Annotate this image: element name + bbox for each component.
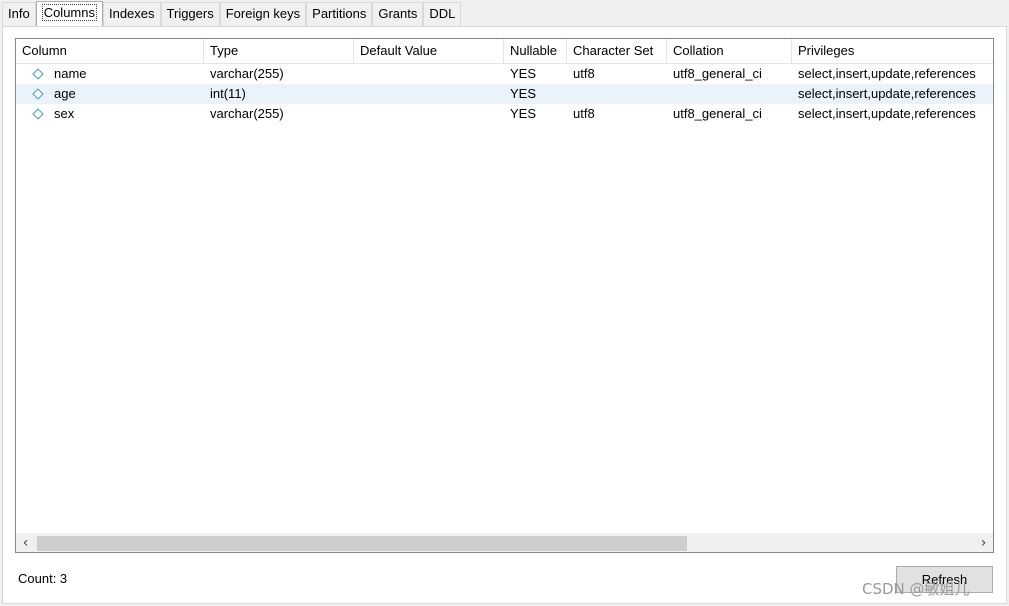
cell-collation: utf8_general_ci xyxy=(673,106,762,121)
table-row[interactable]: name varchar(255) YES utf8 utf8_general_… xyxy=(16,64,993,84)
cell-column: age xyxy=(54,86,76,101)
tab-bar: Info Columns Indexes Triggers Foreign ke… xyxy=(0,0,1009,27)
tab-columns[interactable]: Columns xyxy=(35,1,103,27)
cell-nullable: YES xyxy=(510,66,537,81)
table-row[interactable]: age int(11) YES select,insert,update,ref… xyxy=(16,84,993,104)
tab-label: Triggers xyxy=(166,6,214,21)
cell-collation: utf8_general_ci xyxy=(673,66,762,81)
table-inspector: Info Columns Indexes Triggers Foreign ke… xyxy=(0,0,1009,606)
cell-privileges: select,insert,update,references xyxy=(798,106,976,121)
tab-grants[interactable]: Grants xyxy=(372,2,424,26)
tab-foreign-keys[interactable]: Foreign keys xyxy=(219,2,307,26)
cell-privileges: select,insert,update,references xyxy=(798,86,976,101)
horizontal-scrollbar[interactable]: ‹ › xyxy=(16,533,993,552)
scroll-left-icon[interactable]: ‹ xyxy=(16,534,35,552)
cell-nullable: YES xyxy=(510,86,537,101)
grid-header: Column Type Default Value Nullable Chara… xyxy=(16,39,993,64)
cell-collation xyxy=(667,84,792,104)
cell-charset xyxy=(567,84,667,104)
header-default-value[interactable]: Default Value xyxy=(354,39,504,63)
cell-nullable: YES xyxy=(510,106,537,121)
tab-label: Columns xyxy=(41,4,97,21)
header-type[interactable]: Type xyxy=(204,39,354,63)
header-privileges[interactable]: Privileges xyxy=(792,39,993,63)
tab-triggers[interactable]: Triggers xyxy=(160,2,220,26)
cell-default xyxy=(354,104,504,124)
cell-type: int(11) xyxy=(210,86,246,101)
cell-charset: utf8 xyxy=(573,66,595,81)
refresh-button[interactable]: Refresh xyxy=(896,566,993,593)
cell-column: sex xyxy=(54,106,75,121)
tab-label: Grants xyxy=(378,6,418,21)
cell-type: varchar(255) xyxy=(210,66,284,81)
cell-column: name xyxy=(54,66,87,81)
tab-info[interactable]: Info xyxy=(2,2,36,26)
tab-label: Indexes xyxy=(108,6,155,21)
cell-type: varchar(255) xyxy=(210,106,284,121)
cell-privileges: select,insert,update,references xyxy=(798,66,976,81)
row-count: Count: 3 xyxy=(18,571,68,586)
cell-charset: utf8 xyxy=(573,106,595,121)
header-column[interactable]: Column xyxy=(16,39,204,63)
table-row[interactable]: sex varchar(255) YES utf8 utf8_general_c… xyxy=(16,104,993,124)
header-character-set[interactable]: Character Set xyxy=(567,39,667,63)
tab-label: DDL xyxy=(429,6,456,21)
header-nullable[interactable]: Nullable xyxy=(504,39,567,63)
scroll-right-icon[interactable]: › xyxy=(974,534,993,552)
tab-ddl[interactable]: DDL xyxy=(423,2,462,26)
cell-default xyxy=(354,64,504,84)
grid-rows: name varchar(255) YES utf8 utf8_general_… xyxy=(16,64,993,124)
columns-grid[interactable]: Column Type Default Value Nullable Chara… xyxy=(15,38,994,553)
tab-partitions[interactable]: Partitions xyxy=(306,2,373,26)
header-collation[interactable]: Collation xyxy=(667,39,792,63)
cell-default xyxy=(354,84,504,104)
scrollbar-thumb[interactable] xyxy=(37,536,687,551)
tab-indexes[interactable]: Indexes xyxy=(102,2,161,26)
tab-label: Foreign keys xyxy=(225,6,301,21)
tab-label: Info xyxy=(8,6,30,21)
tab-label: Partitions xyxy=(312,6,367,21)
